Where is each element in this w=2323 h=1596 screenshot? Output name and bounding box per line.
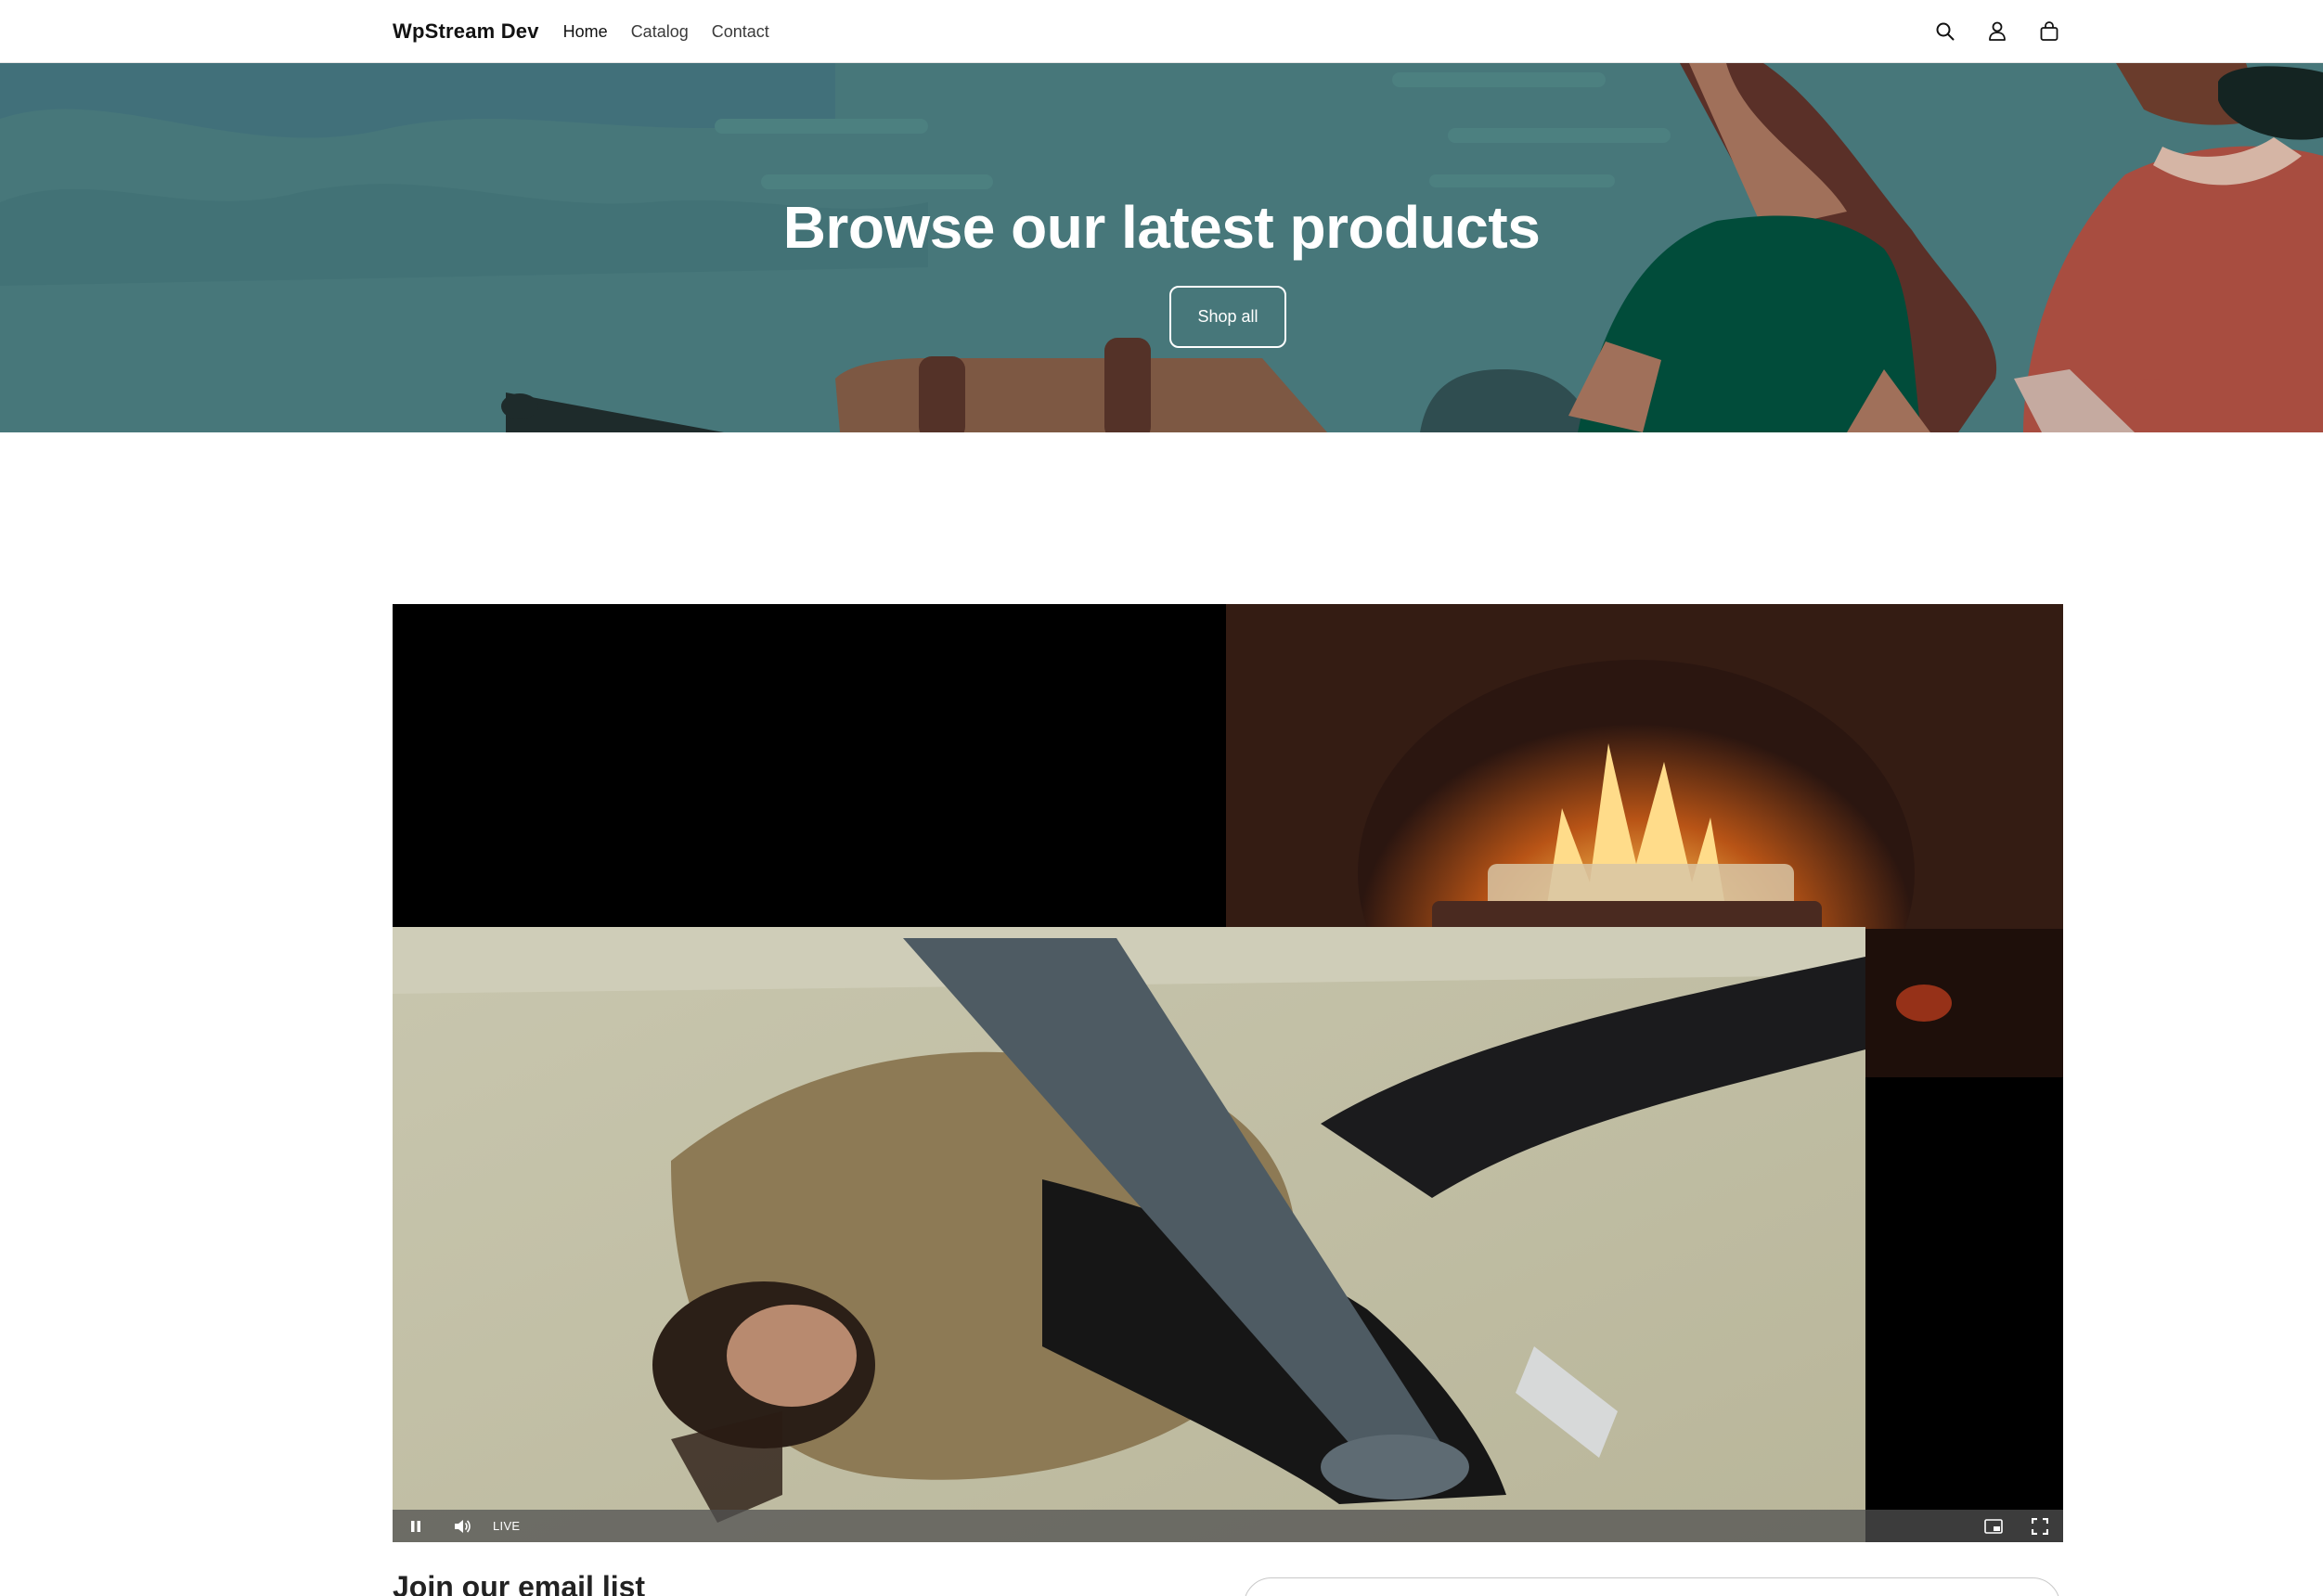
email-field[interactable] [1244, 1577, 2060, 1596]
volume-icon[interactable] [439, 1510, 485, 1542]
shop-all-button[interactable]: Shop all [1169, 286, 1286, 348]
fullscreen-icon[interactable] [2017, 1510, 2063, 1542]
newsletter-title: Join our email list [393, 1570, 646, 1596]
site-logo[interactable]: WpStream Dev [393, 19, 539, 44]
main-nav: Home Catalog Contact [563, 22, 769, 42]
nav-item-home[interactable]: Home [563, 22, 608, 42]
hero-banner: Browse our latest products Shop all [0, 63, 2323, 432]
header-inner: WpStream Dev Home Catalog Contact [393, 0, 2061, 63]
cart-icon[interactable] [2037, 19, 2061, 44]
live-label: LIVE [493, 1519, 521, 1533]
header-icons [1933, 19, 2061, 44]
nav-item-contact[interactable]: Contact [712, 22, 769, 42]
hero-title: Browse our latest products [782, 194, 1541, 261]
video-frame [393, 604, 2063, 1542]
video-player[interactable]: LIVE [393, 604, 2063, 1542]
nav-item-catalog[interactable]: Catalog [631, 22, 689, 42]
video-controls: LIVE [393, 1510, 2063, 1542]
site-header: WpStream Dev Home Catalog Contact [0, 0, 2323, 63]
pause-icon[interactable] [393, 1510, 439, 1542]
account-icon[interactable] [1985, 19, 2009, 44]
search-icon[interactable] [1933, 19, 1957, 44]
picture-in-picture-icon[interactable] [1970, 1510, 2017, 1542]
